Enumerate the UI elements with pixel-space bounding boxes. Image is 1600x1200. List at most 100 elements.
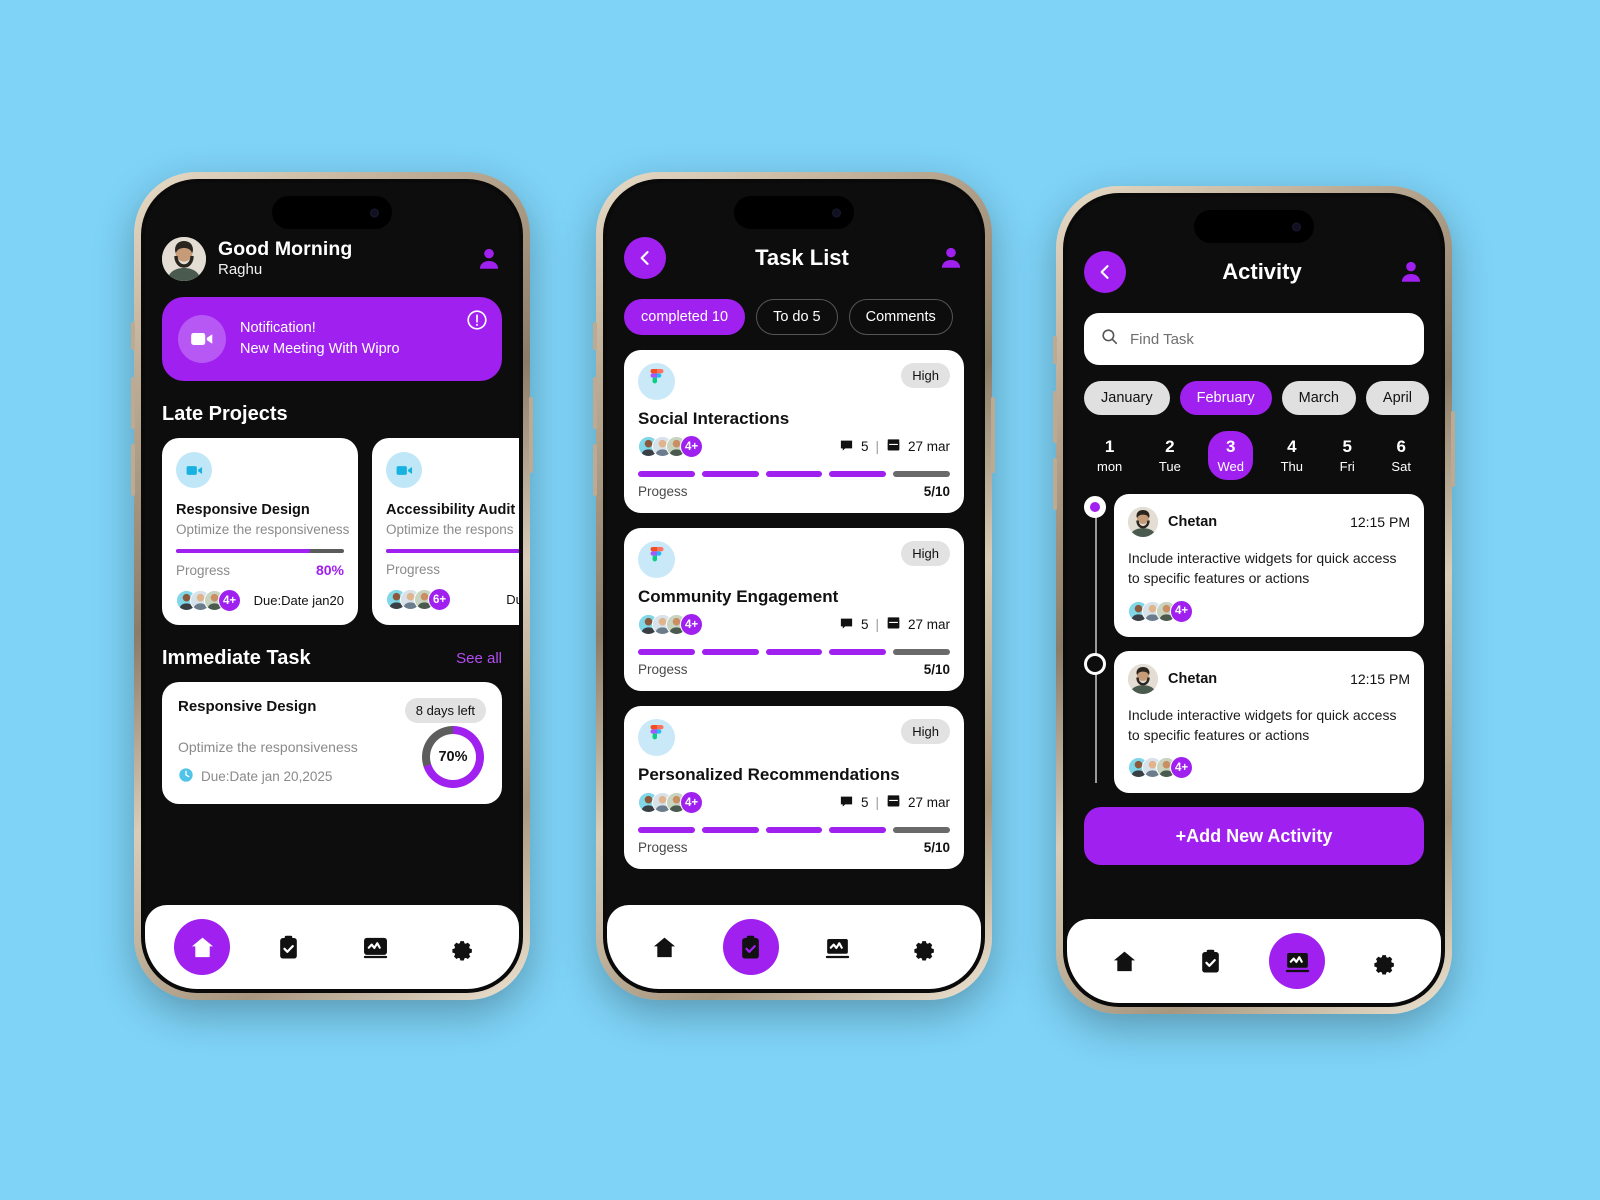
- search-bar[interactable]: [1084, 313, 1424, 365]
- volume-down-button: [593, 444, 597, 496]
- task-date: 27 mar: [907, 795, 950, 810]
- nav-settings[interactable]: [1356, 933, 1412, 989]
- day-name: Tue: [1158, 459, 1181, 474]
- task-date: 27 mar: [907, 617, 950, 632]
- nav-tasks[interactable]: [1183, 933, 1239, 989]
- filter-completed[interactable]: completed 10: [624, 299, 746, 335]
- day-name: Sat: [1391, 459, 1411, 474]
- month-chip-january[interactable]: January: [1084, 381, 1170, 415]
- project-card[interactable]: Responsive Design Optimize the responsiv…: [162, 438, 358, 625]
- member-avatars[interactable]: 4+: [1128, 756, 1410, 780]
- task-card-top: High: [638, 541, 950, 578]
- day-name: Thu: [1280, 459, 1303, 474]
- task-meta: 4+ 5 | 27 mar: [638, 435, 950, 458]
- screenshot-canvas: Good Morning Raghu Notification! New Mee…: [0, 0, 1600, 1200]
- nav-activity[interactable]: [1269, 933, 1326, 989]
- month-chip-march[interactable]: March: [1281, 381, 1356, 415]
- person-icon[interactable]: [938, 245, 964, 271]
- bottom-nav: [1067, 919, 1441, 1003]
- video-camera-icon: [178, 315, 226, 363]
- search-input[interactable]: [1130, 330, 1408, 348]
- activity-card[interactable]: Chetan 12:15 PM Include interactive widg…: [1114, 650, 1424, 794]
- nav-tasks[interactable]: [261, 919, 317, 975]
- activity-time: 12:15 PM: [1350, 514, 1410, 530]
- front-camera-icon: [832, 208, 841, 217]
- member-avatars[interactable]: 4+: [638, 791, 703, 814]
- back-button[interactable]: [1084, 251, 1126, 293]
- day-number: 4: [1287, 437, 1297, 456]
- progress-value: 80%: [315, 562, 344, 578]
- member-avatars[interactable]: 4+: [638, 435, 703, 458]
- task-card[interactable]: High Social Interactions 4+ 5 | 27 mar P…: [624, 350, 964, 513]
- timeline-dot[interactable]: [1084, 652, 1106, 675]
- page-title: Task List: [755, 245, 849, 270]
- activity-card[interactable]: Chetan 12:15 PM Include interactive widg…: [1114, 494, 1424, 637]
- month-chip-february[interactable]: February: [1179, 381, 1272, 415]
- person-icon[interactable]: [1398, 259, 1424, 285]
- power-button: [1451, 411, 1455, 487]
- nav-home[interactable]: [636, 919, 692, 975]
- task-name: Personalized Recommendations: [638, 765, 900, 784]
- task-date: 27 mar: [907, 439, 950, 454]
- day-name: mon: [1097, 459, 1123, 474]
- timeline-dot-active[interactable]: [1084, 496, 1106, 518]
- greeting-text: Good Morning Raghu: [218, 238, 464, 279]
- segmented-progress: [638, 471, 950, 477]
- nav-activity[interactable]: [809, 919, 865, 975]
- mute-switch: [1053, 336, 1057, 364]
- nav-tasks[interactable]: [722, 919, 779, 975]
- day-1[interactable]: 1 mon: [1088, 431, 1131, 480]
- task-name: Social Interactions: [638, 409, 790, 428]
- activity-time: 12:15 PM: [1350, 670, 1410, 687]
- progress-footer: Progess 5/10: [638, 840, 950, 855]
- member-avatars[interactable]: 4+: [1128, 599, 1410, 623]
- task-card[interactable]: High Community Engagement 4+ 5 | 27 mar …: [624, 528, 964, 691]
- clock-icon: [178, 767, 194, 786]
- nav-activity[interactable]: [347, 919, 403, 975]
- notification-banner[interactable]: Notification! New Meeting With Wipro: [162, 297, 502, 381]
- see-all-link[interactable]: See all: [456, 650, 502, 667]
- member-avatars[interactable]: 4+: [638, 613, 703, 636]
- nav-home[interactable]: [174, 919, 231, 975]
- day-4[interactable]: 4 Thu: [1272, 431, 1312, 480]
- timeline-line: [1095, 510, 1097, 784]
- filter-todo[interactable]: To do 5: [756, 299, 838, 335]
- filter-comments[interactable]: Comments: [848, 299, 953, 335]
- activity-screen: Activity January February: [1067, 197, 1441, 1003]
- comment-count: 5: [860, 795, 869, 810]
- day-3[interactable]: 3 Wed: [1208, 431, 1253, 480]
- header-row: Activity: [1084, 251, 1424, 293]
- comment-count: 5: [860, 439, 869, 454]
- person-icon[interactable]: [476, 246, 502, 272]
- back-button[interactable]: [624, 237, 666, 279]
- day-5[interactable]: 5 Fri: [1331, 431, 1364, 480]
- greeting-title: Good Morning: [218, 238, 353, 261]
- member-avatars[interactable]: 6+: [386, 588, 451, 611]
- day-2[interactable]: 2 Tue: [1150, 431, 1190, 480]
- progress-label: Progess: [638, 484, 688, 499]
- notification-text: Notification! New Meeting With Wipro: [240, 318, 400, 360]
- nav-settings[interactable]: [896, 919, 952, 975]
- nav-settings[interactable]: [434, 919, 490, 975]
- member-count: 4+: [218, 589, 241, 612]
- day-number: 3: [1225, 437, 1236, 456]
- project-card[interactable]: Accessibility Audit Optimize the respons…: [372, 438, 519, 625]
- activity-timeline: Chetan 12:15 PM Include interactive widg…: [1084, 494, 1424, 794]
- member-count: 6+: [428, 588, 451, 611]
- member-count: 4+: [1170, 599, 1193, 623]
- day-6[interactable]: 6 Sat: [1382, 431, 1420, 480]
- immediate-task-card[interactable]: Responsive Design 8 days left Optimize t…: [162, 682, 502, 804]
- member-avatars[interactable]: 4+: [176, 589, 241, 612]
- avatar[interactable]: [162, 237, 206, 281]
- volume-down-button: [1053, 458, 1057, 510]
- exclamation-circle-icon[interactable]: [466, 309, 488, 331]
- month-chip-april[interactable]: April: [1365, 381, 1429, 415]
- meta-separator: |: [875, 439, 879, 454]
- nav-home[interactable]: [1096, 933, 1152, 989]
- volume-up-button: [131, 377, 135, 429]
- task-card[interactable]: High Personalized Recommendations 4+ 5 |…: [624, 706, 964, 869]
- video-camera-icon: [176, 452, 212, 488]
- add-new-activity-button[interactable]: +Add New Activity: [1084, 807, 1424, 866]
- avatar: [1128, 507, 1158, 537]
- member-count: 4+: [680, 435, 703, 458]
